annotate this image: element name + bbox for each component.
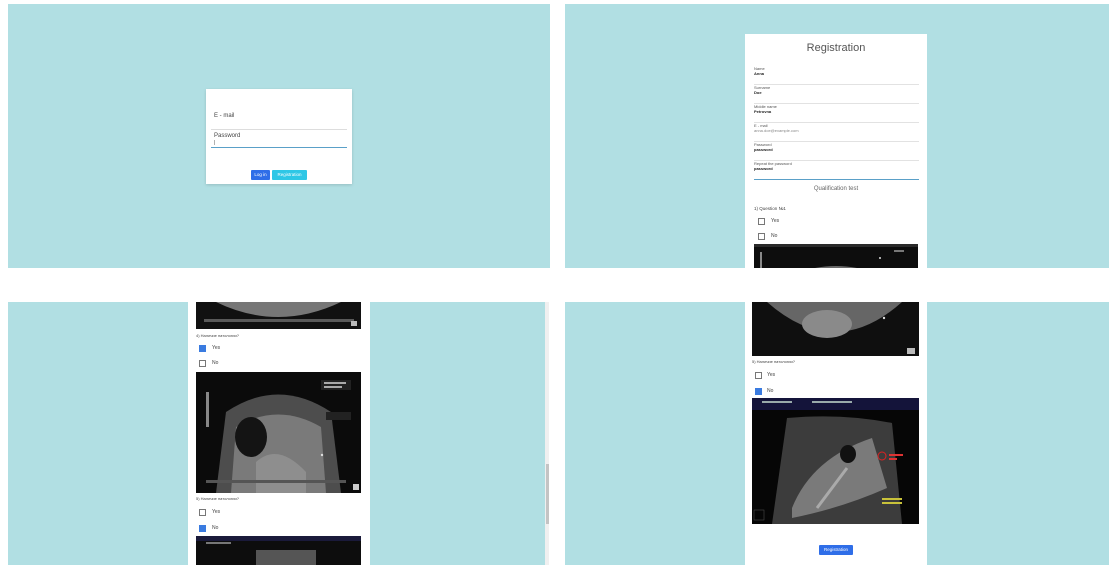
q1-yes-label: Yes: [771, 218, 780, 224]
q5-yes-checkbox[interactable]: [755, 372, 762, 379]
final-column: 5) Наличие патологии? Yes No Registratio…: [745, 302, 927, 565]
email-value: anna.doe@example.com: [754, 128, 799, 133]
surname-value: Doe: [754, 90, 762, 95]
password-label: Password: [214, 133, 241, 139]
ultrasound-image-1: [754, 244, 918, 268]
q1-no-label: No: [771, 233, 778, 239]
registration-screen: Registration Name Anna Surname Doe Middl…: [565, 4, 1109, 268]
ultrasound-image-top: [196, 302, 361, 329]
scrollbar-thumb[interactable]: [546, 464, 549, 524]
q5-yes-label: Yes: [212, 509, 221, 515]
q5-no-checkbox[interactable]: [199, 525, 206, 532]
q4-no-label: No: [212, 360, 219, 366]
question-5-label: 5) Наличие патологии?: [196, 496, 239, 501]
ultrasound-image-5-partial: [196, 536, 361, 565]
middle-name-field[interactable]: Middle name Petrovna: [754, 104, 919, 123]
q4-no-checkbox[interactable]: [199, 360, 206, 367]
q5-no-checkbox[interactable]: [755, 388, 762, 395]
ultrasound-image-top-2: [752, 302, 919, 356]
password-field[interactable]: Password password: [754, 142, 919, 161]
submit-registration-button[interactable]: Registration: [819, 545, 853, 555]
ultrasound-image-5: [752, 398, 919, 524]
registration-button[interactable]: Registration: [272, 170, 307, 180]
repeat-password-value: password: [754, 166, 773, 171]
password-field[interactable]: [211, 147, 347, 148]
qualification-title: Qualification test: [813, 186, 859, 192]
scrollbar[interactable]: [545, 302, 549, 565]
question-5-label: 5) Наличие патологии?: [752, 359, 795, 364]
question-1-label: 1) Question №1: [754, 206, 786, 211]
email-field[interactable]: E - mail anna.doe@example.com: [754, 123, 919, 142]
q4-yes-checkbox[interactable]: [199, 345, 206, 352]
q5-yes-label: Yes: [767, 372, 776, 378]
questions-column: 4) Наличие патологии? Yes No 5) Наличие …: [188, 302, 370, 565]
q1-no-checkbox[interactable]: [758, 233, 765, 240]
q5-yes-checkbox[interactable]: [199, 509, 206, 516]
ultrasound-image-4: [196, 372, 361, 493]
q5-no-label: No: [212, 525, 219, 531]
q5-no-label: No: [767, 388, 774, 394]
login-card: E - mail Password | Log in Registration: [206, 89, 352, 184]
email-label: E - mail: [214, 113, 235, 119]
email-field[interactable]: [211, 129, 347, 130]
surname-field[interactable]: Surname Doe: [754, 85, 919, 104]
password-cursor: |: [214, 140, 216, 146]
middle-name-value: Petrovna: [754, 109, 772, 114]
questions-screen-scrolled: 4) Наличие патологии? Yes No 5) Наличие …: [8, 302, 549, 565]
q4-yes-label: Yes: [212, 345, 221, 351]
registration-card: Registration Name Anna Surname Doe Middl…: [745, 34, 927, 268]
questions-screen-final: 5) Наличие патологии? Yes No Registratio…: [565, 302, 1109, 565]
name-field[interactable]: Name Anna: [754, 66, 919, 85]
q1-yes-checkbox[interactable]: [758, 218, 765, 225]
registration-title: Registration: [806, 42, 866, 54]
login-button[interactable]: Log in: [251, 170, 270, 180]
name-value: Anna: [754, 71, 764, 76]
repeat-password-field[interactable]: Repeat the password password: [754, 161, 919, 180]
question-4-label: 4) Наличие патологии?: [196, 333, 239, 338]
password-value: password: [754, 147, 773, 152]
login-screen: E - mail Password | Log in Registration: [8, 4, 550, 268]
